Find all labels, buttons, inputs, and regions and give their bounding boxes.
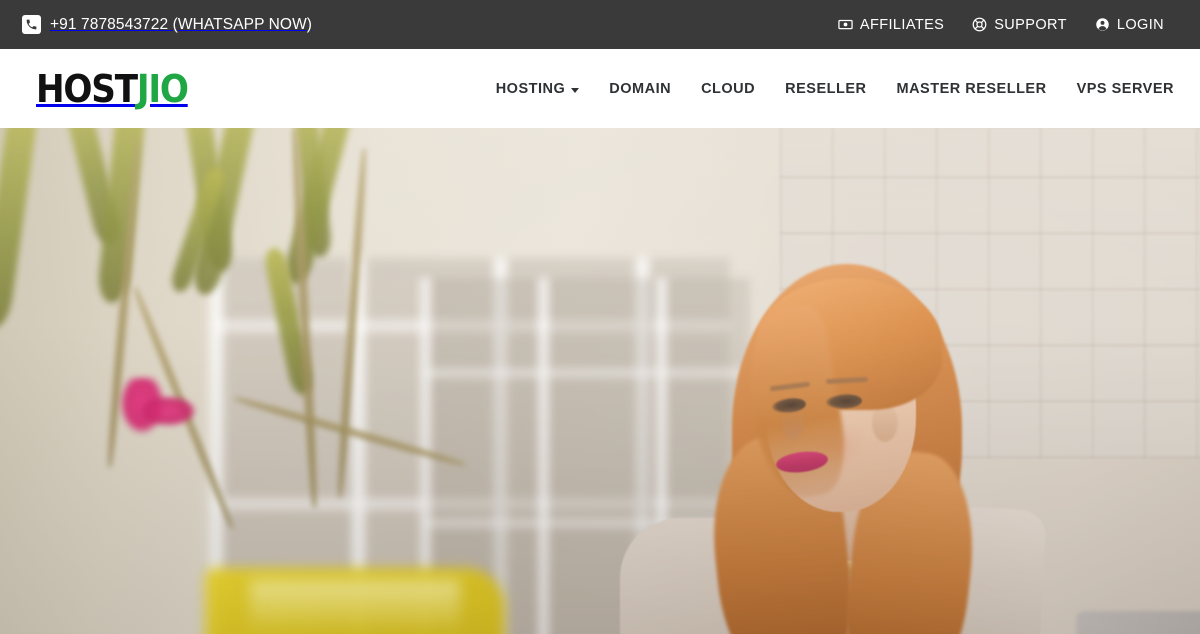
woman-subject: [520, 256, 1120, 634]
nav-label-vps-server: VPS SERVER: [1076, 80, 1174, 97]
logo-text-host: HOST: [36, 66, 138, 111]
top-utility-bar: +91 7878543722 (WHATSAPP NOW) AFFILIATES…: [0, 0, 1200, 49]
affiliates-link[interactable]: AFFILIATES: [838, 17, 944, 33]
lifebuoy-icon: [972, 17, 987, 32]
nav-item-cloud[interactable]: CLOUD: [701, 81, 755, 97]
chevron-down-icon: [571, 88, 580, 93]
logo-text-jio: JIO: [136, 66, 189, 111]
whatsapp-phone-link[interactable]: +91 7878543722 (WHATSAPP NOW): [22, 15, 312, 34]
nav-item-hosting[interactable]: HOSTING: [496, 81, 580, 97]
nav-label-reseller: RESELLER: [785, 80, 867, 97]
money-bill-icon: [838, 17, 853, 32]
utility-links: AFFILIATES SUPPORT LOGIN: [838, 17, 1176, 33]
login-label: LOGIN: [1116, 16, 1164, 33]
whatsapp-phone-icon: [22, 15, 41, 34]
nav-item-domain[interactable]: DOMAIN: [609, 81, 671, 97]
hero-banner: [0, 128, 1200, 634]
nav-label-master-reseller: MASTER RESELLER: [896, 80, 1047, 97]
phone-number-text: +91 7878543722 (WHATSAPP NOW): [50, 15, 313, 33]
support-label: SUPPORT: [994, 16, 1067, 33]
nav-label-domain: DOMAIN: [609, 80, 672, 97]
nav-item-vps-server[interactable]: VPS SERVER: [1077, 81, 1174, 97]
affiliates-label: AFFILIATES: [859, 16, 945, 33]
site-logo[interactable]: HOST JIO: [36, 66, 189, 111]
support-link[interactable]: SUPPORT: [972, 17, 1067, 33]
nav-item-reseller[interactable]: RESELLER: [785, 81, 866, 97]
nav-label-cloud: CLOUD: [701, 80, 756, 97]
main-navigation: HOSTING DOMAIN CLOUD RESELLER MASTER RES…: [496, 81, 1174, 97]
nav-item-master-reseller[interactable]: MASTER RESELLER: [896, 81, 1046, 97]
hero-image: [0, 128, 1200, 634]
user-circle-icon: [1095, 17, 1110, 32]
nav-label-hosting: HOSTING: [495, 80, 566, 97]
site-header: HOST JIO HOSTING DOMAIN CLOUD RESELLER MA…: [0, 49, 1200, 128]
login-link[interactable]: LOGIN: [1095, 17, 1164, 33]
